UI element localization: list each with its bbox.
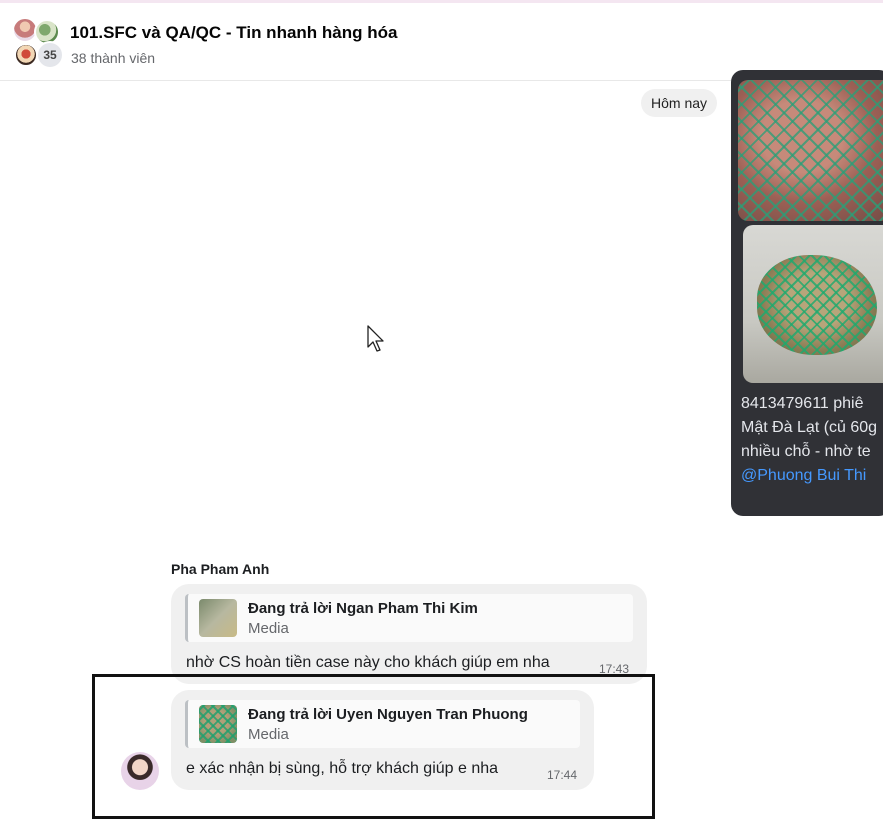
caption-line: 8413479611 phiê: [741, 395, 864, 412]
group-avatar-stack[interactable]: 35: [12, 17, 64, 69]
reply-preview[interactable]: Đang trả lời Ngan Pham Thi Kim Media: [185, 594, 633, 642]
mention-link[interactable]: @Phuong Bui Thi: [741, 464, 883, 488]
member-count-badge: 35: [36, 41, 64, 69]
media-message-card[interactable]: 8413479611 phiê Mật Đà Lạt (củ 60g nhiều…: [731, 70, 883, 516]
media-image[interactable]: [743, 225, 883, 383]
produce-sack-graphic: [757, 255, 877, 355]
caption-line: Mật Đà Lạt (củ 60g: [741, 419, 878, 436]
media-image[interactable]: [738, 80, 883, 221]
sender-name[interactable]: Pha Pham Anh: [171, 561, 269, 577]
reply-type-label: Media: [248, 620, 289, 637]
annotation-highlight-box: [92, 674, 655, 819]
message-bubble[interactable]: Đang trả lời Ngan Pham Thi Kim Media nhờ…: [171, 584, 647, 684]
date-separator: Hôm nay: [641, 89, 718, 117]
caption-line: nhiều chỗ - nhờ te: [741, 443, 871, 460]
member-avatar: [14, 43, 38, 67]
mouse-pointer-icon: [367, 325, 384, 352]
reply-thumbnail: [199, 599, 237, 637]
media-caption: 8413479611 phiê Mật Đà Lạt (củ 60g nhiều…: [741, 392, 883, 488]
group-title[interactable]: 101.SFC và QA/QC - Tin nhanh hàng hóa: [70, 23, 397, 43]
message-text: nhờ CS hoàn tiền case này cho khách giúp…: [186, 654, 550, 671]
reply-to-label: Đang trả lời Ngan Pham Thi Kim: [248, 600, 478, 617]
member-count-label[interactable]: 38 thành viên: [71, 50, 155, 66]
